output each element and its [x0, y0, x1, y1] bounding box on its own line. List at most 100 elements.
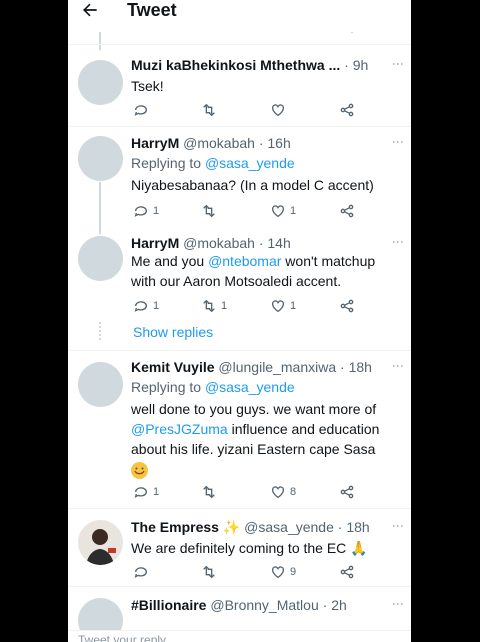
tweet-time: · 18h: [340, 359, 372, 375]
author-handle: @mokabah: [183, 235, 255, 251]
like-button[interactable]: 9: [270, 563, 296, 581]
mention-link[interactable]: @ntebomar: [208, 253, 281, 269]
like-button[interactable]: 1: [270, 202, 296, 220]
like-button[interactable]: [270, 101, 286, 119]
share-button[interactable]: [339, 101, 355, 119]
avatar[interactable]: [78, 136, 123, 181]
replying-label: Replying to: [131, 379, 202, 395]
retweet-button[interactable]: [201, 483, 217, 501]
more-icon[interactable]: ⋮: [391, 598, 405, 610]
divider: [68, 44, 411, 45]
mention-link[interactable]: @sasa_yende: [205, 379, 295, 395]
mention-link[interactable]: @PresJGZuma: [131, 421, 228, 437]
divider: [68, 350, 411, 351]
tweet-actions: 9: [131, 563, 401, 581]
retweet-button[interactable]: [201, 202, 217, 220]
reply-count: 1: [153, 300, 160, 312]
more-icon[interactable]: ⋮: [391, 236, 405, 248]
tweet-time: · 16h: [258, 135, 291, 151]
author-name: Kemit Vuyile: [131, 359, 215, 375]
retweet-icon: [203, 299, 215, 313]
reply-icon: [134, 301, 147, 312]
replying-to: Replying to @sasa_yende: [131, 378, 295, 396]
tweet-time: · 14h: [258, 235, 291, 251]
reply-button[interactable]: 1: [133, 202, 159, 220]
tweet-muzi[interactable]: Muzi kaBhekinkosi Mthethwa ... · 9h ⋮ Ts…: [68, 56, 411, 124]
tweet-kemit[interactable]: Kemit Vuyile @lungile_manxiwa · 18h ⋮ Re…: [68, 358, 411, 506]
author-name: The Empress: [131, 519, 219, 535]
tweet-time: · 2h: [322, 597, 347, 613]
top-bar: Tweet: [68, 0, 411, 32]
reply-button[interactable]: 1: [133, 297, 159, 315]
author-handle: @mokabah: [183, 135, 255, 151]
more-icon[interactable]: ⋮: [391, 360, 405, 372]
tweet-actions: 1 8: [131, 483, 401, 501]
share-button[interactable]: [339, 297, 355, 315]
share-icon: [340, 565, 354, 579]
author-handle: @sasa_yende: [244, 519, 334, 535]
tweet-header: Kemit Vuyile @lungile_manxiwa · 18h: [131, 358, 372, 376]
retweet-button[interactable]: [201, 101, 217, 119]
page-title: Tweet: [127, 0, 177, 20]
heart-icon: [272, 104, 284, 117]
avatar[interactable]: [78, 60, 123, 105]
author-name: HarryM: [131, 235, 180, 251]
tweet-empress[interactable]: The Empress ✨ @sasa_yende · 18h ⋮ We are…: [68, 518, 411, 584]
thread-line: [99, 182, 101, 234]
tweet-header: #Billionaire @Bronny_Matlou · 2h: [131, 596, 347, 614]
tweet-text-body: We are definitely coming to the EC: [131, 540, 347, 556]
share-button[interactable]: [339, 202, 355, 220]
tweet-time: · 18h: [337, 519, 370, 535]
mention-link[interactable]: @sasa_yende: [205, 155, 295, 171]
more-icon[interactable]: ⋮: [391, 136, 405, 148]
tweet-text: Tsek!: [131, 78, 164, 94]
thread-line: [99, 32, 101, 50]
tweet-text: We are definitely coming to the EC 🙏: [131, 538, 401, 558]
heart-icon: [272, 205, 284, 218]
author-handle: @Bronny_Matlou: [210, 597, 319, 613]
thread-line-dotted: [99, 322, 101, 340]
tweet-harrym-2[interactable]: HarryM @mokabah · 14h ⋮ Me and you @nteb…: [68, 234, 411, 318]
back-button[interactable]: [80, 0, 104, 22]
author-name: Muzi kaBhekinkosi Mthethwa ...: [131, 57, 341, 73]
avatar[interactable]: [78, 236, 123, 281]
avatar[interactable]: [78, 598, 123, 630]
reply-button[interactable]: [133, 101, 149, 119]
arrow-left-icon: [83, 3, 97, 17]
tweet-harrym-1[interactable]: HarryM @mokabah · 16h ⋮ Replying to @sas…: [68, 134, 411, 224]
avatar[interactable]: [78, 520, 123, 565]
like-count: 8: [290, 486, 297, 498]
divider: [68, 126, 411, 127]
share-button[interactable]: [339, 563, 355, 581]
tweet-actions: 1 1: [131, 202, 401, 220]
reply-icon: [134, 567, 147, 578]
reply-button[interactable]: 1: [133, 483, 159, 501]
divider: [68, 586, 411, 587]
retweet-button[interactable]: [201, 563, 217, 581]
like-button[interactable]: 1: [270, 297, 296, 315]
tweet-actions: 1 1 1: [131, 297, 401, 315]
text-prefix: well done to you guys. we want more of: [131, 401, 377, 417]
share-button[interactable]: [339, 483, 355, 501]
tweet-header: Muzi kaBhekinkosi Mthethwa ... · 9h: [131, 56, 368, 74]
like-count: 1: [290, 300, 297, 312]
tweet-header: HarryM @mokabah · 14h: [131, 234, 291, 252]
avatar[interactable]: [78, 362, 123, 407]
retweet-button[interactable]: 1: [201, 297, 227, 315]
more-icon[interactable]: ⋮: [391, 520, 405, 532]
tweet-header: The Empress ✨ @sasa_yende · 18h: [131, 518, 370, 536]
like-button[interactable]: 8: [270, 483, 296, 501]
reply-icon: [134, 487, 147, 498]
divider: [68, 508, 411, 509]
heart-icon: [272, 300, 284, 313]
reply-count: 1: [153, 205, 160, 217]
tweet-billionaire[interactable]: #Billionaire @Bronny_Matlou · 2h ⋮: [68, 596, 411, 630]
retweet-icon: [203, 103, 215, 117]
like-count: 9: [290, 566, 297, 578]
retweet-count: 1: [221, 300, 228, 312]
reply-input[interactable]: Tweet your reply: [78, 633, 166, 642]
show-replies-link[interactable]: Show replies: [133, 324, 213, 340]
reply-button[interactable]: [133, 563, 149, 581]
more-icon[interactable]: ⋮: [391, 58, 405, 70]
tweet-actions: [131, 101, 401, 119]
